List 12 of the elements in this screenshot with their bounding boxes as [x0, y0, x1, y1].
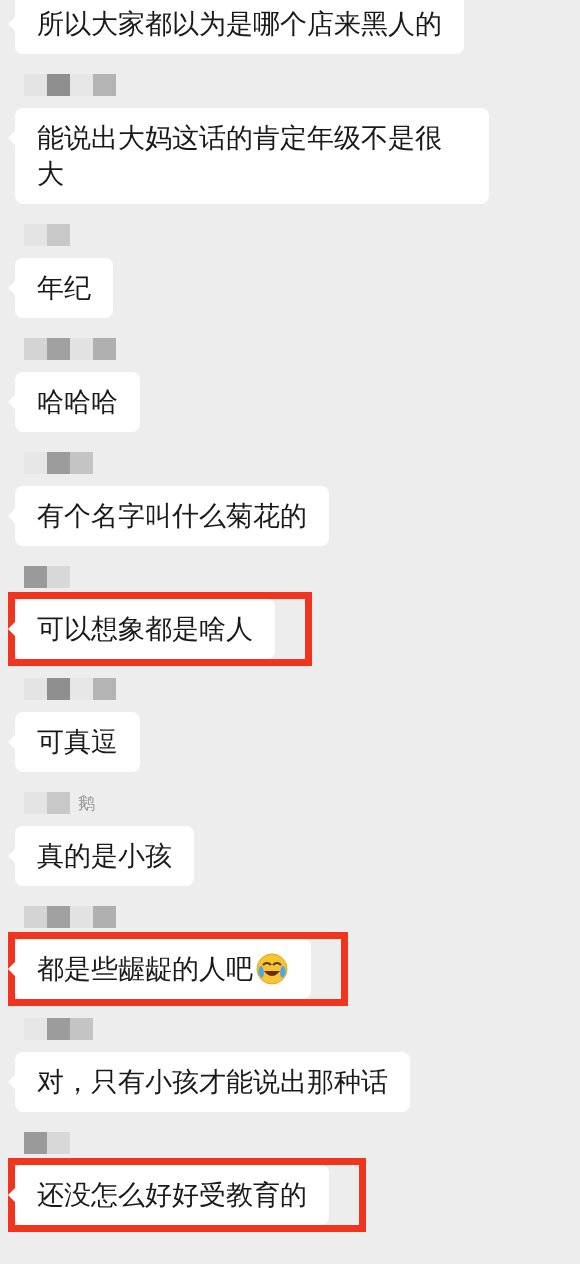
message-text: 能说出大妈这话的肯定年级不是很大 — [37, 121, 443, 191]
message-text: 对，只有小孩才能说出那种话 — [37, 1065, 388, 1099]
message-text: 有个名字叫什么菊花的 — [37, 499, 307, 533]
message-text: 年纪 — [37, 271, 91, 305]
message-text: 可以想象都是啥人 — [37, 612, 253, 646]
message-text: 可真逗 — [37, 725, 118, 759]
message-text: 真的是小孩 — [37, 839, 172, 873]
sender-name: 鹅 — [78, 792, 95, 814]
message-text: 还没怎么好好受教育的 — [37, 1178, 307, 1212]
message-text: 所以大家都以为是哪个店来黑人的 — [37, 7, 442, 41]
message-text: 哈哈哈 — [37, 385, 118, 419]
message-text: 都是些龌龊的人吧 — [37, 952, 253, 986]
